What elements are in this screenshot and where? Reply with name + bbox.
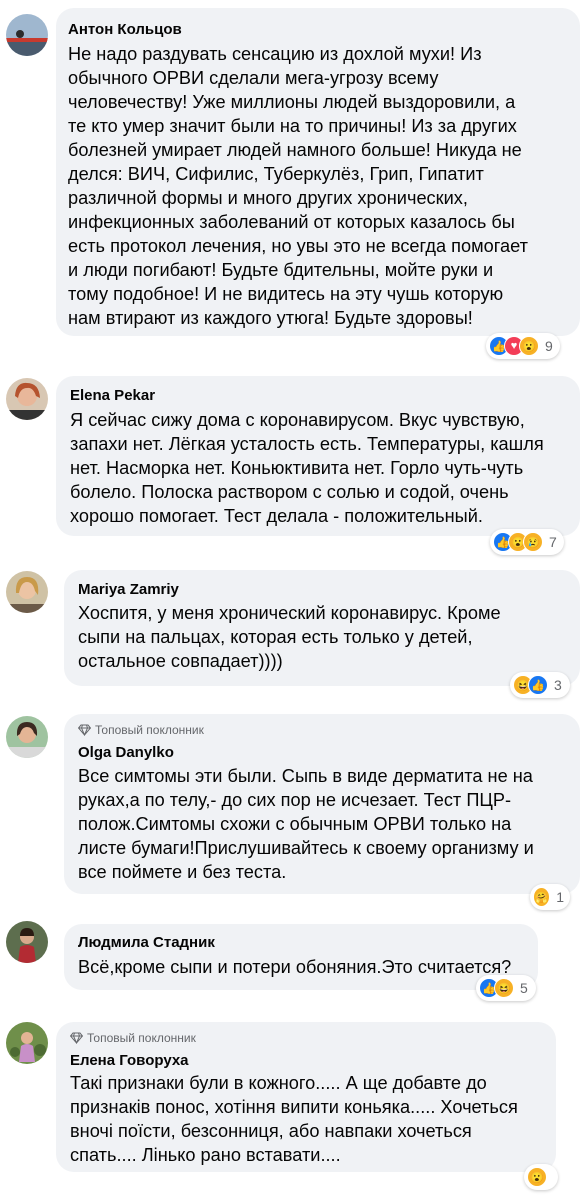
avatar[interactable]: [6, 716, 48, 758]
care-icon: 🤗: [533, 887, 551, 907]
avatar[interactable]: [6, 378, 48, 420]
author-name[interactable]: Антон Кольцов: [68, 21, 182, 38]
avatar[interactable]: [6, 14, 48, 56]
avatar-image: [6, 378, 48, 420]
like-icon: 👍: [528, 675, 548, 695]
avatar-image: [6, 571, 48, 613]
badge-label: Топовый поклонник: [87, 1031, 196, 1045]
avatar-image: [6, 1022, 48, 1064]
sad-icon: 😢: [523, 532, 543, 552]
author-name[interactable]: Elena Pekar: [70, 387, 155, 404]
reaction-count: 1: [556, 889, 564, 905]
reactions-summary[interactable]: 😮: [524, 1164, 558, 1190]
avatar-image: [6, 14, 48, 56]
wow-icon: 😮: [527, 1167, 547, 1187]
comment-text: Все симтомы эти были. Сыпь в виде дермат…: [78, 766, 534, 882]
comment-text: Такі признаки були в кожного..... А ще д…: [70, 1073, 518, 1165]
haha-icon: 😆: [494, 978, 514, 998]
author-name[interactable]: Елена Говоруха: [70, 1052, 189, 1069]
reactions-summary[interactable]: 👍 ♥ 😮 9: [486, 333, 560, 359]
comment-text: Не надо раздувать сенсацию из дохлой мух…: [68, 44, 528, 328]
author-name[interactable]: Olga Danylko: [78, 744, 174, 761]
author-name[interactable]: Mariya Zamriy: [78, 581, 179, 598]
reactions-summary[interactable]: 😆 👍 3: [510, 672, 570, 698]
reactions-summary[interactable]: 👍 😆 5: [476, 975, 536, 1001]
avatar[interactable]: [6, 571, 48, 613]
comment-text: Я сейчас сижу дома с коронавирусом. Вкус…: [70, 410, 544, 526]
top-fan-badge: Топовый поклонник: [70, 1031, 196, 1045]
reactions-summary[interactable]: 👍 😮 😢 7: [490, 529, 564, 555]
reaction-count: 7: [549, 534, 557, 550]
top-fan-badge: Топовый поклонник: [78, 723, 204, 737]
avatar-image: [6, 921, 48, 963]
wow-icon: 😮: [519, 336, 539, 356]
avatar[interactable]: [6, 921, 48, 963]
comment-text: Всё,кроме сыпи и потери обоняния.Это счи…: [78, 957, 512, 977]
reaction-count: 9: [545, 338, 553, 354]
reaction-count: 3: [554, 677, 562, 693]
diamond-icon: [78, 724, 91, 736]
reaction-count: 5: [520, 980, 528, 996]
avatar[interactable]: [6, 1022, 48, 1064]
reactions-summary[interactable]: 🤗 1: [530, 884, 570, 910]
author-name[interactable]: Людмила Стадник: [78, 934, 215, 951]
badge-label: Топовый поклонник: [95, 723, 204, 737]
avatar-image: [6, 716, 48, 758]
diamond-icon: [70, 1032, 83, 1044]
comment-text: Хоспитя, у меня хронический коронавирус.…: [78, 603, 501, 671]
